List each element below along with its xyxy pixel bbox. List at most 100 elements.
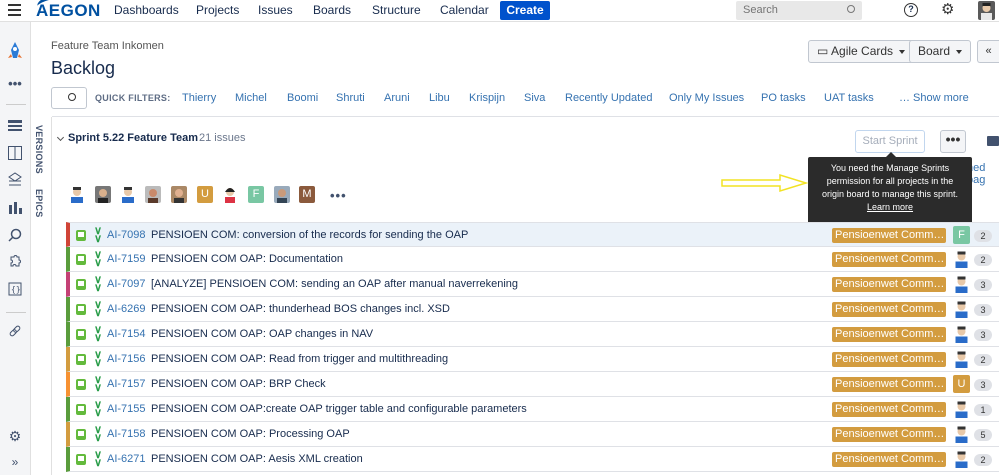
assignee-avatar[interactable] [222, 186, 238, 203]
epic-badge[interactable]: Pensioenwet Comm… [832, 277, 946, 292]
start-sprint-button[interactable]: Start Sprint [855, 130, 925, 153]
print-icon[interactable] [987, 136, 999, 146]
quick-filter-krispijn[interactable]: Krispijn [469, 92, 505, 104]
board-button[interactable]: Board [909, 40, 972, 63]
chevron-down-icon[interactable] [56, 133, 65, 142]
issue-row[interactable]: ∨ ∨ AI-6269 PENSIOEN COM OAP: thunderhead B… [66, 297, 999, 322]
assignee-avatar[interactable]: U [197, 186, 213, 203]
user-avatar[interactable] [978, 1, 995, 20]
issue-key[interactable]: AI-7098 [107, 229, 146, 241]
assignee-avatar[interactable] [120, 186, 136, 203]
issue-row[interactable]: ∨ ∨ AI-7155 PENSIOEN COM OAP:create OAP tri… [66, 397, 999, 422]
issues-search-icon[interactable] [7, 228, 23, 244]
quick-filter-thierry[interactable]: Thierry [182, 92, 216, 104]
assignee-avatar[interactable]: F [953, 226, 970, 244]
issue-row[interactable]: ∨ ∨ AI-7154 PENSIOEN COM OAP: OAP changes i… [66, 322, 999, 347]
quick-filter-recently-updated[interactable]: Recently Updated [565, 92, 652, 104]
show-more-filters[interactable]: … Show more [899, 92, 969, 104]
assignee-avatar[interactable] [145, 186, 161, 203]
epic-badge[interactable]: Pensioenwet Comm… [832, 427, 946, 442]
assignee-avatar[interactable] [953, 425, 970, 443]
assignee-avatar[interactable]: U [953, 375, 970, 393]
nav-projects[interactable]: Projects [196, 3, 239, 17]
issue-key[interactable]: AI-6271 [107, 453, 146, 465]
link-icon[interactable] [7, 324, 23, 340]
epic-badge[interactable]: Pensioenwet Comm… [832, 452, 946, 467]
issue-key[interactable]: AI-7156 [107, 353, 146, 365]
assignee-avatar[interactable]: F [248, 186, 264, 203]
search-input[interactable] [736, 1, 862, 20]
issue-row[interactable]: ∨ ∨ AI-7159 PENSIOEN COM OAP: Documentation… [66, 247, 999, 272]
epic-badge[interactable]: Pensioenwet Comm… [832, 352, 946, 367]
more-options-icon[interactable]: ••• [7, 76, 23, 92]
assignee-avatar[interactable] [953, 300, 970, 318]
quick-filter-libu[interactable]: Libu [429, 92, 450, 104]
nav-structure[interactable]: Structure [372, 3, 421, 17]
backlog-icon[interactable] [7, 120, 23, 136]
epic-badge[interactable]: Pensioenwet Comm… [832, 228, 946, 243]
nav-boards[interactable]: Boards [313, 3, 351, 17]
expand-sidebar-icon[interactable]: » [7, 454, 23, 470]
quick-filter-michel[interactable]: Michel [235, 92, 267, 104]
code-icon[interactable]: {} [7, 282, 23, 298]
assignee-avatar[interactable] [95, 186, 111, 203]
issue-key[interactable]: AI-7154 [107, 328, 146, 340]
learn-more-link[interactable]: Learn more [867, 202, 913, 212]
issue-row[interactable]: ∨ ∨ AI-7156 PENSIOEN COM OAP: Read from tri… [66, 347, 999, 372]
components-icon[interactable] [7, 254, 23, 270]
agile-cards-button[interactable]: ▭ Agile Cards [808, 40, 915, 63]
assignee-avatar[interactable] [953, 450, 970, 468]
issue-key[interactable]: AI-7159 [107, 253, 146, 265]
help-icon[interactable]: ? [904, 3, 918, 17]
epic-badge[interactable]: Pensioenwet Comm… [832, 252, 946, 267]
collapse-panel-icon[interactable]: « [977, 40, 999, 63]
assignee-avatar[interactable]: M [299, 186, 315, 203]
quick-filter-aruni[interactable]: Aruni [384, 92, 410, 104]
issue-row[interactable]: ∨ ∨ AI-7158 PENSIOEN COM OAP: Processing OA… [66, 422, 999, 447]
nav-dashboards[interactable]: Dashboards [114, 3, 179, 17]
quick-filter-siva[interactable]: Siva [524, 92, 545, 104]
issue-key[interactable]: AI-7157 [107, 378, 146, 390]
assignee-avatar[interactable] [274, 186, 290, 203]
assignee-avatar[interactable] [69, 186, 85, 203]
nav-calendar[interactable]: Calendar [440, 3, 489, 17]
sprint-more-button[interactable]: ••• [940, 130, 966, 153]
menu-icon[interactable] [8, 4, 21, 16]
issue-row[interactable]: ∨ ∨ AI-7097 [ANALYZE] PENSIOEN COM: sending… [66, 272, 999, 297]
issue-key[interactable]: AI-7097 [107, 278, 146, 290]
quick-filter-only-my-issues[interactable]: Only My Issues [669, 92, 744, 104]
issue-key[interactable]: AI-7158 [107, 428, 146, 440]
quick-filter-uat-tasks[interactable]: UAT tasks [824, 92, 874, 104]
quick-filter-boomi[interactable]: Boomi [287, 92, 318, 104]
issue-row[interactable]: ∨ ∨ AI-6271 PENSIOEN COM OAP: Aesis XML cre… [66, 447, 999, 472]
assignee-avatar[interactable] [953, 250, 970, 268]
assignee-avatar[interactable] [953, 325, 970, 343]
quick-filter-po-tasks[interactable]: PO tasks [761, 92, 806, 104]
quick-filter-shruti[interactable]: Shruti [336, 92, 365, 104]
issue-key[interactable]: AI-7155 [107, 403, 146, 415]
assignee-avatar[interactable] [953, 350, 970, 368]
epic-badge[interactable]: Pensioenwet Comm… [832, 402, 946, 417]
reports-icon[interactable] [7, 200, 23, 216]
assignee-avatar[interactable] [953, 275, 970, 293]
create-button[interactable]: Create [500, 1, 550, 20]
tab-epics[interactable]: EPICS [34, 189, 44, 218]
tab-versions[interactable]: VERSIONS [34, 125, 44, 174]
gear-icon[interactable]: ⚙ [941, 2, 954, 18]
board-icon[interactable] [7, 146, 23, 162]
logo[interactable]: AEGON [35, 0, 101, 22]
breadcrumb[interactable]: Feature Team Inkomen [51, 40, 164, 52]
releases-icon[interactable] [7, 172, 23, 188]
settings-gear-icon[interactable]: ⚙ [7, 428, 23, 444]
epic-badge[interactable]: Pensioenwet Comm… [832, 302, 946, 317]
assignee-avatar[interactable] [953, 400, 970, 418]
issue-row[interactable]: ∨ ∨ AI-7098 PENSIOEN COM: conversion of the… [66, 222, 999, 247]
filter-search-input[interactable] [51, 87, 87, 109]
issue-key[interactable]: AI-6269 [107, 303, 146, 315]
epic-badge[interactable]: Pensioenwet Comm… [832, 377, 946, 392]
issue-row[interactable]: ∨ ∨ AI-7157 PENSIOEN COM OAP: BRP Check Pens… [66, 372, 999, 397]
project-avatar-icon[interactable] [5, 40, 25, 62]
sprint-name[interactable]: Sprint 5.22 Feature Team [68, 132, 198, 144]
more-assignees-icon[interactable]: ••• [330, 188, 347, 203]
assignee-avatar[interactable] [171, 186, 187, 203]
